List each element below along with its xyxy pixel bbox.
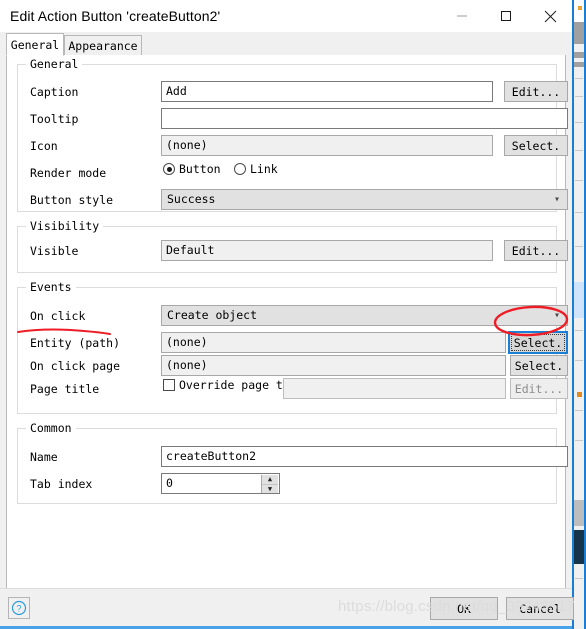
chevron-down-icon: ▾ [553, 310, 560, 321]
radio-render-mode-button-label: Button [179, 162, 221, 176]
checkbox-override-page-title[interactable]: Override page t [163, 378, 283, 392]
background-window-band [574, 500, 584, 526]
background-window-row-line [575, 360, 583, 361]
window-controls [440, 0, 572, 32]
background-window-row-line [575, 150, 583, 151]
svg-text:?: ? [16, 604, 21, 614]
combo-on-click-value: Create object [167, 308, 258, 322]
background-window-row-line [575, 180, 583, 181]
label-entity-path: Entity (path) [30, 336, 121, 350]
close-button[interactable] [528, 0, 572, 32]
spinner-down-icon[interactable]: ▼ [262, 485, 278, 493]
background-window-item-icon [577, 392, 582, 397]
tab-page-general: General Caption Add Edit... Tooltip Icon… [6, 55, 568, 589]
maximize-button[interactable] [484, 0, 528, 32]
input-tab-index-value: 0 [166, 476, 173, 490]
background-window-band [574, 62, 584, 67]
label-on-click-page: On click page [30, 359, 121, 373]
spinner-buttons[interactable]: ▲ ▼ [261, 475, 278, 493]
button-caption-edit[interactable]: Edit... [504, 81, 568, 102]
background-window-titlebar [574, 0, 584, 22]
input-entity-path[interactable]: (none) [161, 332, 506, 353]
group-visibility: Visibility Visible Default Edit... [17, 219, 568, 273]
dialog-titlebar[interactable]: Edit Action Button 'createButton2' [0, 0, 572, 32]
background-window-row-line [575, 330, 583, 331]
tab-strip: General Appearance [0, 33, 572, 56]
button-visible-edit[interactable]: Edit... [504, 240, 568, 261]
input-visible[interactable]: Default [161, 240, 493, 261]
minimize-button[interactable] [440, 0, 484, 32]
chevron-down-icon: ▾ [553, 194, 560, 205]
screenshot-root: Edit Action Button 'createButton2' Gener… [0, 0, 586, 629]
help-icon: ? [11, 600, 27, 616]
label-on-click: On click [30, 309, 86, 323]
button-entity-path-select-label: Select. [513, 335, 563, 350]
background-window-row-line [575, 212, 583, 213]
group-common-label: Common [26, 421, 76, 435]
label-render-mode: Render mode [30, 166, 107, 180]
background-window-dark-band [574, 530, 584, 564]
label-caption: Caption [30, 85, 79, 99]
combo-button-style-value: Success [167, 192, 216, 206]
group-general: General Caption Add Edit... Tooltip Icon… [17, 57, 568, 212]
radio-render-mode-link[interactable]: Link [234, 162, 278, 176]
background-window-row-line [575, 246, 583, 247]
combo-on-click[interactable]: Create object ▾ [161, 305, 568, 326]
background-window-row-line [575, 96, 583, 97]
label-tooltip: Tooltip [30, 112, 79, 126]
group-events-label: Events [26, 280, 76, 294]
background-window-row-line [575, 122, 583, 123]
ok-button[interactable]: OK [430, 597, 498, 620]
button-on-click-page-select[interactable]: Select. [510, 355, 568, 376]
combo-button-style[interactable]: Success ▾ [161, 189, 568, 210]
label-icon: Icon [30, 139, 58, 153]
input-page-title[interactable] [283, 378, 506, 399]
dialog-title: Edit Action Button 'createButton2' [10, 8, 221, 24]
group-visibility-label: Visibility [26, 219, 104, 233]
dialog-footer: ? OK Cancel [0, 588, 574, 629]
input-on-click-page[interactable]: (none) [161, 355, 506, 376]
background-window-band [574, 52, 584, 58]
tab-appearance[interactable]: Appearance [64, 35, 142, 56]
group-common: Common Name createButton2 Tab index 0 ▲ … [17, 421, 568, 504]
label-page-title: Page title [30, 382, 100, 396]
radio-render-mode-link-label: Link [250, 162, 278, 176]
background-window-row-line [575, 78, 583, 79]
background-window-icon [578, 6, 582, 10]
checkbox-icon [163, 379, 175, 391]
background-window-row-line [575, 578, 583, 579]
input-tooltip[interactable] [161, 108, 568, 129]
tab-general[interactable]: General [6, 33, 64, 56]
background-window-row-line [575, 440, 583, 441]
radio-render-mode-button[interactable]: Button [163, 162, 221, 176]
edit-action-button-dialog: Edit Action Button 'createButton2' Gener… [0, 0, 574, 629]
background-window-toolbar [574, 22, 584, 44]
label-name: Name [30, 450, 58, 464]
checkbox-override-page-title-label: Override page t [179, 378, 283, 392]
label-tab-index: Tab index [30, 477, 93, 491]
input-icon[interactable]: (none) [161, 135, 493, 156]
group-events: Events On click Create object ▾ Entity (… [17, 280, 568, 414]
cancel-button[interactable]: Cancel [506, 597, 574, 620]
help-button[interactable]: ? [8, 597, 30, 619]
background-window-selected-row[interactable] [574, 282, 584, 318]
button-icon-select[interactable]: Select. [504, 135, 568, 156]
spinner-up-icon[interactable]: ▲ [262, 475, 278, 485]
button-entity-path-select[interactable]: Select. [508, 331, 568, 354]
background-window-strip[interactable] [572, 0, 586, 629]
radio-button-icon [234, 163, 246, 175]
radio-button-icon [163, 163, 175, 175]
button-page-title-edit[interactable]: Edit... [510, 378, 568, 399]
input-name[interactable]: createButton2 [161, 446, 568, 467]
input-tab-index[interactable]: 0 ▲ ▼ [161, 473, 280, 494]
label-visible: Visible [30, 244, 79, 258]
label-button-style: Button style [30, 193, 114, 207]
input-caption[interactable]: Add [161, 81, 493, 102]
group-general-label: General [26, 57, 83, 71]
background-window-row-line [575, 410, 583, 411]
